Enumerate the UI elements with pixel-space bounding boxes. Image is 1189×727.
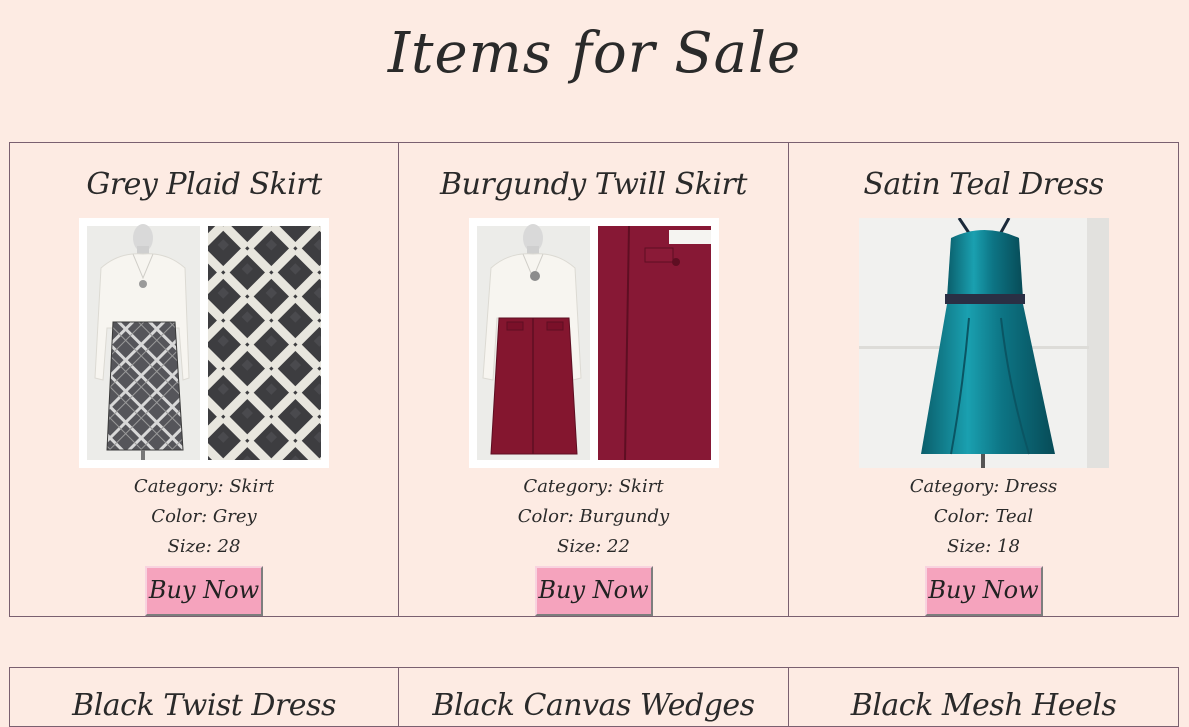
product-size: Size: 28 xyxy=(167,536,241,557)
product-card: Black Mesh Heels xyxy=(788,667,1179,727)
product-size: Size: 22 xyxy=(557,536,630,557)
product-title: Black Twist Dress xyxy=(72,688,336,723)
product-title: Black Mesh Heels xyxy=(850,688,1117,723)
product-card: Burgundy Twill Skirt Category: Skirt Col… xyxy=(398,142,789,617)
satin-teal-dress-image xyxy=(858,218,1109,468)
product-photo xyxy=(468,218,719,468)
grey-plaid-skirt-image xyxy=(79,218,329,468)
product-card: Black Canvas Wedges xyxy=(398,667,789,727)
buy-now-button[interactable]: Buy Now xyxy=(145,566,263,616)
product-title: Grey Plaid Skirt xyxy=(86,167,322,202)
product-size: Size: 18 xyxy=(947,536,1020,557)
product-category: Category: Dress xyxy=(909,476,1058,497)
product-grid-row-2: Black Twist Dress Black Canvas Wedges Bl… xyxy=(9,667,1179,727)
page-title: Items for Sale xyxy=(387,21,802,86)
product-card: Black Twist Dress xyxy=(9,667,399,727)
burgundy-twill-skirt-image xyxy=(468,218,719,468)
product-details: Category: Dress Color: Teal Size: 18 xyxy=(789,472,1178,562)
buy-now-button[interactable]: Buy Now xyxy=(534,566,653,616)
product-category: Category: Skirt xyxy=(523,476,664,497)
product-card: Satin Teal Dress Category: Dress Color: … xyxy=(788,142,1179,617)
product-title: Burgundy Twill Skirt xyxy=(440,167,747,202)
product-grid-row-1: Grey Plaid Skirt Category: Skirt Color: … xyxy=(9,142,1179,617)
product-details: Category: Skirt Color: Grey Size: 28 xyxy=(10,472,398,562)
product-color: Color: Grey xyxy=(151,506,257,527)
product-color: Color: Burgundy xyxy=(517,506,670,527)
product-details: Category: Skirt Color: Burgundy Size: 22 xyxy=(399,472,788,562)
product-title: Black Canvas Wedges xyxy=(432,688,755,723)
buy-now-button[interactable]: Buy Now xyxy=(924,566,1043,616)
product-card: Grey Plaid Skirt Category: Skirt Color: … xyxy=(9,142,399,617)
product-category: Category: Skirt xyxy=(133,476,275,497)
product-color: Color: Teal xyxy=(933,506,1034,527)
product-title: Satin Teal Dress xyxy=(863,167,1104,202)
product-photo xyxy=(79,218,329,468)
product-photo xyxy=(858,218,1109,468)
